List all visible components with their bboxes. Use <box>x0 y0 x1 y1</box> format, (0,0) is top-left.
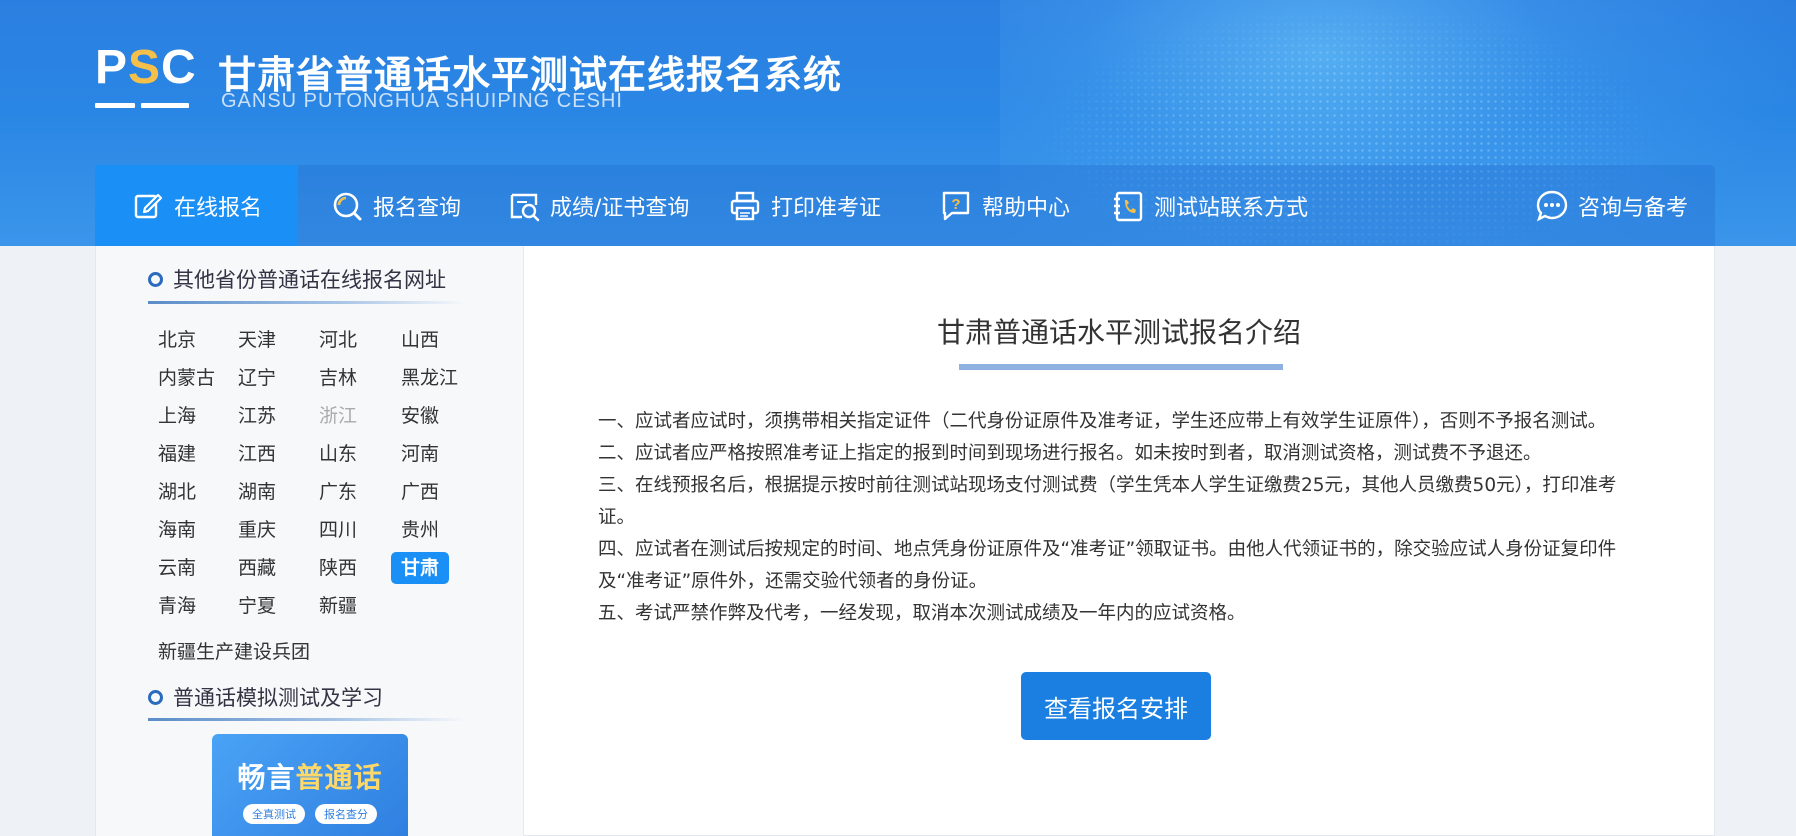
province-link[interactable]: 云南 <box>158 552 196 584</box>
circle-bullet-icon <box>148 689 163 705</box>
province-link[interactable]: 广西 <box>401 476 439 508</box>
province-link-disabled: 浙江 <box>319 405 358 427</box>
promo-tag: 全真测试 <box>243 804 305 824</box>
help-icon: ? <box>939 189 973 223</box>
province-link[interactable]: 山西 <box>401 324 439 356</box>
search-icon <box>330 189 364 223</box>
province-link[interactable]: 海南 <box>158 514 196 546</box>
heading-underline <box>148 718 466 721</box>
nav-score-certificate-query[interactable]: 成绩/证书查询 <box>507 165 689 246</box>
promo-tag: 报名查分 <box>315 804 377 824</box>
rule-paragraph: 二、应试者应严格按照准考证上指定的报到时间到现场进行报名。如未按时到者，取消测试… <box>598 443 1542 464</box>
title-underline <box>959 364 1283 370</box>
nav-station-contacts[interactable]: 测试站联系方式 <box>1111 165 1308 246</box>
nav-label: 报名查询 <box>373 195 462 221</box>
province-link-active[interactable]: 甘肃 <box>391 552 450 584</box>
nav-label: 咨询与备考 <box>1578 195 1689 221</box>
changyan-promo-banner[interactable]: 畅言普通话 全真测试 报名查分 <box>212 734 408 836</box>
heading-underline <box>148 301 466 304</box>
psc-logo[interactable]: PSC <box>95 44 196 112</box>
province-link[interactable]: 吉林 <box>319 362 357 394</box>
province-link[interactable]: 福建 <box>158 438 196 470</box>
province-link[interactable]: 西藏 <box>238 552 276 584</box>
nav-print-admission[interactable]: 打印准考证 <box>728 165 881 246</box>
province-link[interactable]: 辽宁 <box>238 362 276 394</box>
main-article: 甘肃普通话水平测试报名介绍 一、应试者应试时，须携带相关指定证件（二代身份证原件… <box>524 246 1714 836</box>
nav-label: 打印准考证 <box>771 195 882 221</box>
province-link[interactable]: 陕西 <box>319 552 357 584</box>
province-link[interactable]: 新疆 <box>319 590 357 622</box>
edit-icon <box>131 189 165 223</box>
nav-consult-prep[interactable]: 咨询与备考 <box>1535 165 1688 246</box>
promo-title: 畅言普通话 <box>237 761 383 794</box>
article-title: 甘肃普通话水平测试报名介绍 <box>936 316 1301 349</box>
nav-registration-query[interactable]: 报名查询 <box>330 165 461 246</box>
logo-letters: PSC <box>95 41 197 94</box>
nav-help-center[interactable]: ? 帮助中心 <box>939 165 1070 246</box>
province-link[interactable]: 湖北 <box>158 476 196 508</box>
province-link[interactable]: 安徽 <box>401 400 439 432</box>
nav-label: 测试站联系方式 <box>1154 195 1309 221</box>
province-link[interactable]: 青海 <box>158 590 196 622</box>
promo-tags: 全真测试 报名查分 <box>212 804 408 824</box>
province-link[interactable]: 河北 <box>319 324 357 356</box>
chat-icon <box>1535 189 1569 223</box>
rule-paragraph: 四、应试者在测试后按规定的时间、地点凭身份证原件及“准考证”领取证书。由他人代领… <box>598 539 1617 592</box>
article-body: 一、应试者应试时，须携带相关指定证件（二代身份证原件及准考证，学生还应带上有效学… <box>598 406 1648 630</box>
province-link[interactable]: 内蒙古 <box>158 362 215 394</box>
province-link[interactable]: 黑龙江 <box>401 362 458 394</box>
phone-book-icon <box>1111 189 1145 223</box>
province-link[interactable]: 上海 <box>158 400 196 432</box>
sidebar: 其他省份普通话在线报名网址 北京 天津 河北 山西 内蒙古 辽宁 吉林 黑龙江 … <box>96 246 524 836</box>
province-link[interactable]: 山东 <box>319 438 357 470</box>
nav-label: 成绩/证书查询 <box>550 195 690 221</box>
province-link[interactable]: 北京 <box>158 324 196 356</box>
nav-online-registration[interactable]: 在线报名 <box>95 165 298 246</box>
province-link[interactable]: 广东 <box>319 476 357 508</box>
province-link[interactable]: 贵州 <box>401 514 439 546</box>
provinces-heading: 其他省份普通话在线报名网址 <box>148 264 446 294</box>
provinces-heading-text: 其他省份普通话在线报名网址 <box>173 268 446 292</box>
main-nav: 在线报名 报名查询 成绩/证书查询 打印准考证 ? 帮助中心 测试站联系方式 咨… <box>95 165 1715 246</box>
rule-paragraph: 三、在线预报名后，根据提示按时前往测试站现场支付测试费（学生凭本人学生证缴费25… <box>598 475 1617 528</box>
province-link[interactable]: 江苏 <box>238 400 276 432</box>
view-registration-schedule-button[interactable]: 查看报名安排 <box>1021 672 1211 740</box>
province-link-bingtuan[interactable]: 新疆生产建设兵团 <box>158 636 310 668</box>
province-link[interactable]: 四川 <box>319 514 357 546</box>
certificate-search-icon <box>507 189 541 223</box>
nav-label: 帮助中心 <box>982 195 1071 221</box>
province-link[interactable]: 天津 <box>238 324 276 356</box>
province-link[interactable]: 湖南 <box>238 476 276 508</box>
province-link[interactable]: 河南 <box>401 438 439 470</box>
rule-paragraph: 一、应试者应试时，须携带相关指定证件（二代身份证原件及准考证，学生还应带上有效学… <box>598 411 1607 432</box>
page: PSC 甘肃省普通话水平测试在线报名系统 GANSU PUTONGHUA SHU… <box>0 0 1796 836</box>
rule-paragraph: 五、考试严禁作弊及代考，一经发现，取消本次测试成绩及一年内的应试资格。 <box>598 603 1246 624</box>
province-link[interactable]: 宁夏 <box>238 590 276 622</box>
printer-icon <box>728 189 762 223</box>
svg-text:?: ? <box>951 196 960 213</box>
practice-heading-text: 普通话模拟测试及学习 <box>173 686 383 710</box>
site-subtitle: GANSU PUTONGHUA SHUIPING CESHI <box>221 90 623 112</box>
nav-label: 在线报名 <box>173 195 262 221</box>
practice-heading: 普通话模拟测试及学习 <box>148 682 383 712</box>
content-area: 其他省份普通话在线报名网址 北京 天津 河北 山西 内蒙古 辽宁 吉林 黑龙江 … <box>95 246 1715 836</box>
circle-bullet-icon <box>148 271 163 287</box>
province-link[interactable]: 江西 <box>238 438 276 470</box>
province-link[interactable]: 重庆 <box>238 514 276 546</box>
header-banner: PSC 甘肃省普通话水平测试在线报名系统 GANSU PUTONGHUA SHU… <box>0 0 1796 246</box>
logo-book-icon <box>95 103 189 111</box>
